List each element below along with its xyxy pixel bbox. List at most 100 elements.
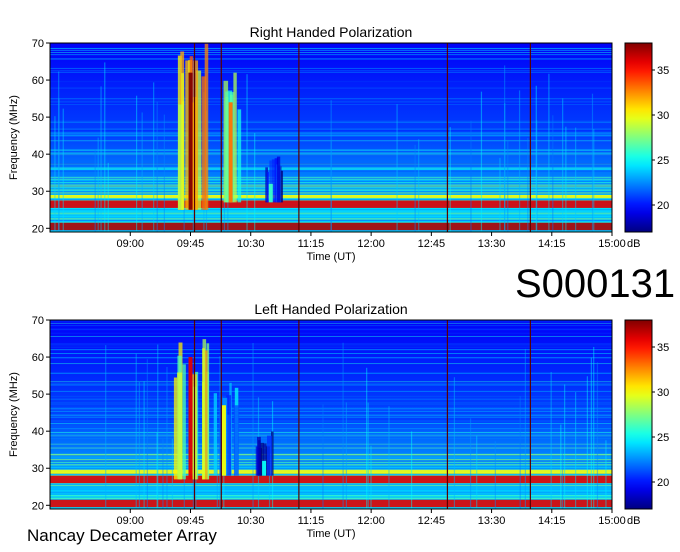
interference-line — [50, 328, 612, 330]
rfi-band — [50, 475, 612, 484]
interference-line — [50, 507, 612, 508]
vertical-streak — [552, 115, 554, 232]
interference-line — [50, 457, 612, 459]
vertical-streak — [345, 402, 348, 509]
colorbar-tick-label: 30 — [657, 110, 669, 122]
interference-line — [50, 381, 612, 383]
noise-row — [50, 495, 612, 497]
y-tick-label: 70 — [32, 38, 44, 50]
interference-line — [50, 353, 612, 355]
interference-line — [50, 414, 612, 416]
burst-streak — [237, 109, 242, 203]
y-tick-label: 20 — [32, 223, 44, 235]
x-tick-label: 12:00 — [357, 515, 385, 527]
panel-title: Right Handed Polarization — [250, 24, 413, 40]
vertical-streak — [593, 129, 595, 232]
burst-streak — [193, 60, 199, 210]
x-tick-label: 11:15 — [298, 515, 325, 527]
vertical-streak — [153, 82, 155, 232]
interference-line — [50, 447, 612, 449]
vertical-streak — [527, 137, 529, 232]
vertical-streak — [418, 139, 420, 232]
vertical-streak — [449, 127, 451, 232]
y-tick-label: 70 — [32, 315, 44, 327]
noise-row — [50, 487, 612, 489]
vertical-streak — [550, 371, 552, 509]
vertical-streak — [535, 85, 537, 232]
noise-row — [50, 474, 612, 476]
interference-line — [50, 54, 612, 56]
x-axis-label: Time (UT) — [306, 251, 355, 263]
burst-streak — [276, 156, 281, 203]
interference-line — [50, 325, 612, 327]
vertical-streak — [246, 74, 248, 232]
interference-line — [50, 343, 612, 345]
interference-line — [50, 349, 612, 351]
interference-line — [50, 383, 612, 385]
interference-line — [50, 438, 612, 439]
interference-line — [50, 410, 612, 412]
vertical-streak — [605, 440, 607, 509]
interference-line — [50, 422, 612, 424]
noise-row — [50, 492, 612, 494]
vertical-streak — [171, 438, 174, 509]
vertical-streak — [100, 86, 102, 232]
interference-line — [50, 432, 612, 434]
interference-line — [50, 320, 612, 322]
x-tick-label: 09:45 — [177, 238, 205, 250]
noise-row — [50, 453, 612, 455]
vertical-streak — [104, 62, 106, 232]
y-tick-label: 60 — [32, 352, 44, 364]
vertical-streak — [367, 402, 369, 509]
burst-streak — [266, 172, 270, 203]
interference-line — [50, 344, 612, 346]
interference-line — [50, 373, 612, 375]
y-tick-label: 50 — [32, 112, 44, 124]
x-tick-label: 13:30 — [478, 238, 506, 250]
vertical-streak — [575, 392, 577, 509]
x-tick-label: 12:45 — [418, 238, 446, 250]
noise-row — [50, 484, 612, 487]
observation-identifier: S000131 — [515, 262, 676, 306]
interference-line — [50, 81, 612, 83]
vertical-streak — [322, 404, 324, 509]
interference-line — [50, 403, 612, 405]
x-tick-label: 11:15 — [298, 238, 325, 250]
noise-row — [50, 464, 612, 466]
vertical-streak — [342, 342, 344, 509]
interference-line — [50, 52, 612, 53]
spectrogram — [50, 43, 612, 232]
vertical-streak — [591, 93, 594, 232]
interference-line — [50, 59, 612, 60]
vertical-streak — [476, 435, 478, 509]
burst-core — [188, 357, 193, 480]
right-polarization-panel: Right Handed Polarization 20 30 40 50 60 70 Fre… — [8, 24, 669, 263]
noise-row — [50, 490, 612, 492]
interference-line — [50, 435, 612, 437]
noise-row — [50, 461, 612, 463]
interference-line — [50, 390, 612, 392]
vertical-streak — [163, 114, 165, 232]
interference-line — [50, 398, 612, 400]
vertical-streak — [507, 140, 509, 232]
interference-line — [50, 98, 612, 99]
burst-core — [221, 405, 226, 476]
interference-line — [50, 416, 612, 418]
colorbar-tick-label: 25 — [657, 155, 669, 167]
vertical-streak — [162, 439, 164, 509]
interference-line — [50, 87, 612, 89]
burst-streak — [181, 73, 185, 210]
interference-line — [50, 409, 612, 411]
noise-row — [50, 458, 612, 461]
rfi-band — [50, 470, 612, 474]
interference-line — [50, 395, 612, 397]
x-tick-label: 14:15 — [538, 515, 566, 527]
burst-streak — [173, 377, 178, 480]
y-tick-label: 20 — [32, 500, 44, 512]
colorbar-tick-label: 30 — [657, 387, 669, 399]
interference-line — [50, 434, 612, 436]
burst-streak — [201, 76, 206, 210]
x-tick-label: 10:30 — [237, 238, 265, 250]
interference-line — [50, 335, 612, 337]
x-axis-label: Time (UT) — [306, 528, 355, 540]
